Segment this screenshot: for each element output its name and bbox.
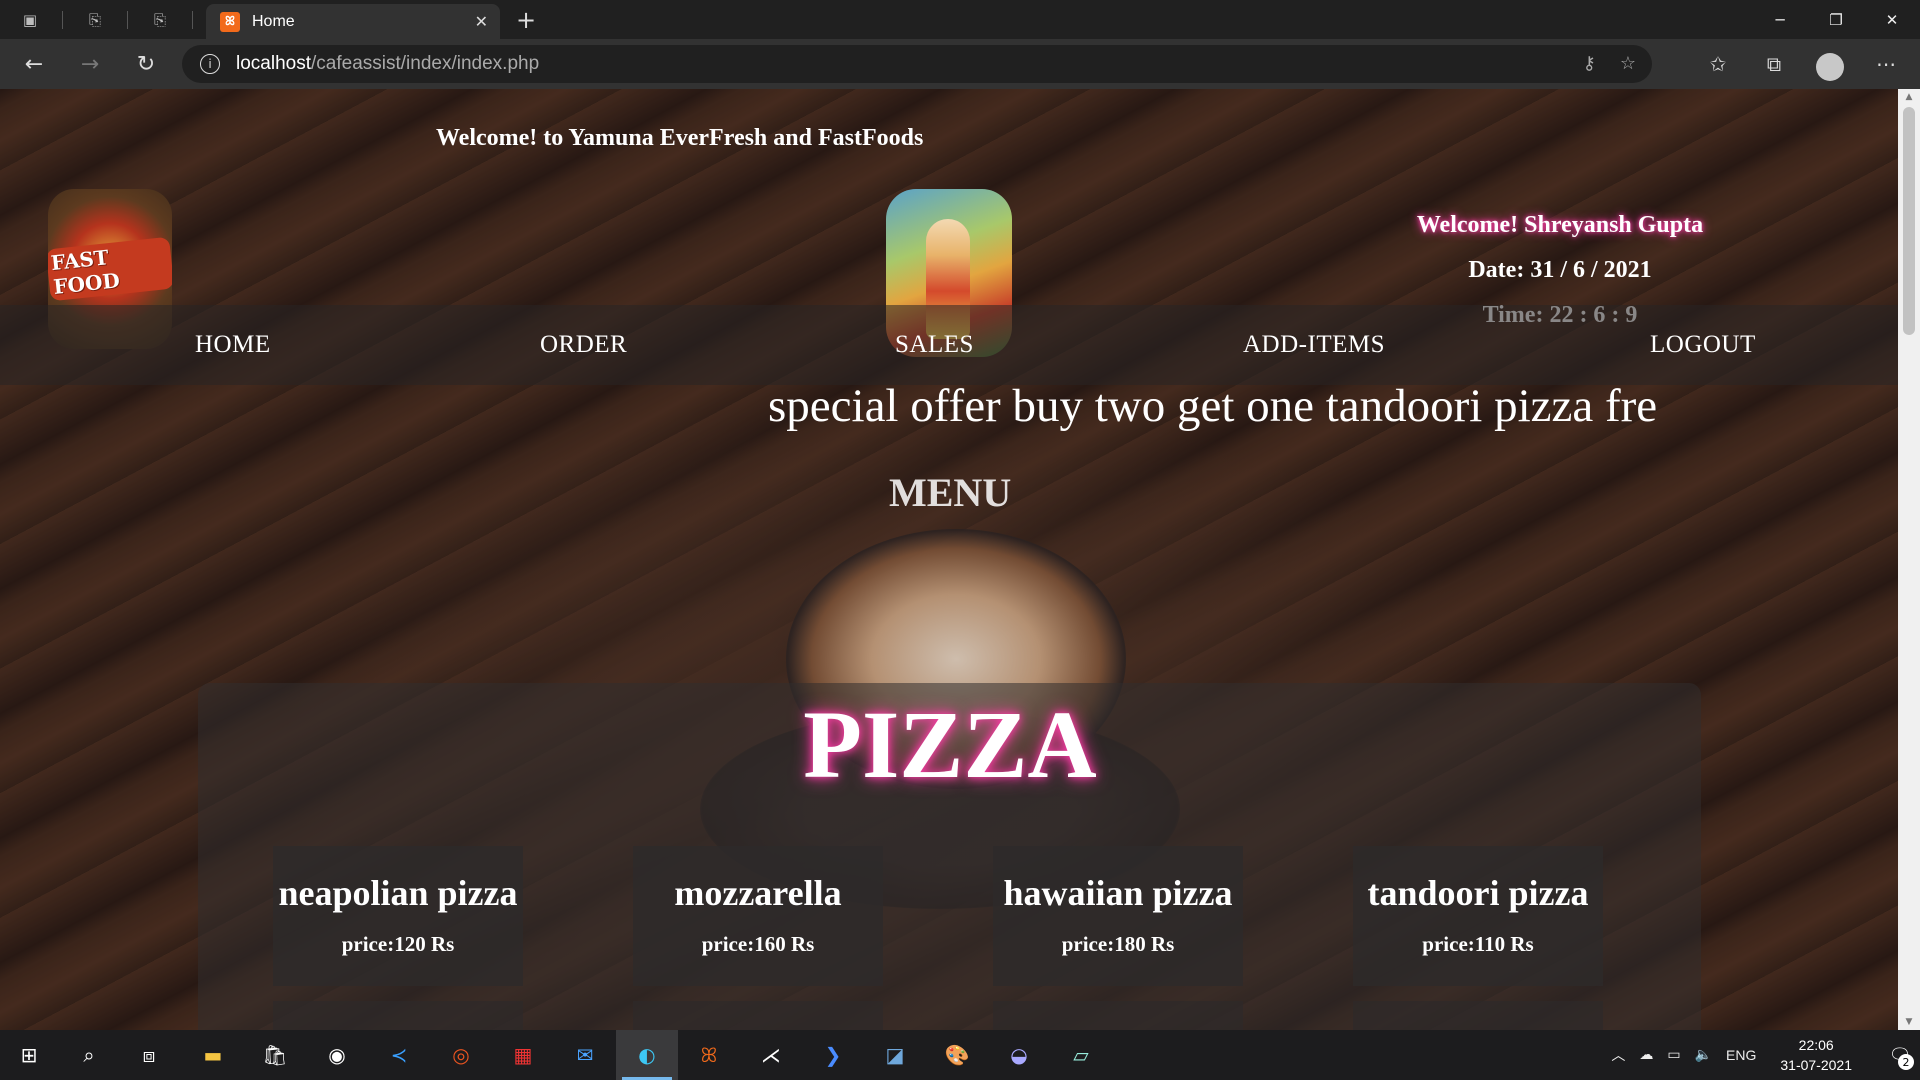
menu-item-card-partial[interactable]: [633, 1001, 883, 1030]
menu-item-card-partial[interactable]: [1353, 1001, 1603, 1030]
mysql-workbench-icon[interactable]: ◪: [878, 1038, 912, 1072]
eclipse-icon[interactable]: ◒: [1002, 1038, 1036, 1072]
add-favorite-icon[interactable]: ☆: [1620, 53, 1636, 74]
page-viewport: Welcome! to Yamuna EverFresh and FastFoo…: [0, 89, 1898, 1030]
nav-order[interactable]: ORDER: [540, 331, 627, 359]
obs-icon[interactable]: ◉: [320, 1038, 354, 1072]
menu-item-name: neapolian pizza: [278, 873, 518, 913]
nav-home[interactable]: HOME: [195, 331, 271, 359]
office-icon[interactable]: ▦: [506, 1038, 540, 1072]
vscode-icon[interactable]: ≺: [382, 1038, 416, 1072]
xampp-icon: ꕤ: [220, 11, 240, 32]
windows-start-icon[interactable]: ⊞: [12, 1038, 46, 1072]
profile-avatar[interactable]: [1810, 44, 1850, 84]
new-tab-icon[interactable]: +: [516, 6, 536, 34]
menu-item-name: mozzarella: [674, 873, 842, 913]
menu-item-card[interactable]: hawaiian pizza price:180 Rs: [993, 846, 1243, 986]
collections-icon[interactable]: ⧉: [1754, 44, 1794, 84]
more-menu-icon[interactable]: ⋯: [1866, 44, 1906, 84]
volume-icon[interactable]: 🔈: [1695, 1047, 1712, 1063]
language-indicator[interactable]: ENG: [1726, 1047, 1756, 1063]
favorites-icon[interactable]: ✩: [1698, 44, 1738, 84]
vertical-scrollbar[interactable]: ▲ ▼: [1898, 89, 1920, 1030]
battery-icon[interactable]: ▭: [1667, 1047, 1680, 1063]
divider: [62, 10, 63, 29]
minimize-icon[interactable]: ─: [1752, 0, 1808, 39]
menu-item-price: price:180 Rs: [1061, 932, 1175, 956]
clock-date: 31-07-2021: [1780, 1057, 1852, 1073]
special-offer-marquee: special offer buy two get one tandoori p…: [768, 379, 1700, 439]
divider: [192, 10, 193, 29]
divider: [127, 10, 128, 29]
back-icon[interactable]: ←: [14, 44, 54, 84]
password-key-icon[interactable]: ⚷: [1583, 53, 1596, 74]
logo-text: FAST FOOD: [48, 236, 172, 302]
site-welcome-heading: Welcome! to Yamuna EverFresh and FastFoo…: [436, 125, 924, 151]
windows-taskbar: ⊞ ⌕ ⧈ ▬ 🛍 ◉ ≺ ◎ ▦ ✉ ◐ ꕤ ⋌ ❯ ◪ 🎨 ◒ ▱ ︿ ☁ …: [0, 1030, 1920, 1080]
category-title: PIZZA: [803, 691, 1097, 798]
marquee-text: special offer buy two get one tandoori p…: [768, 380, 1658, 432]
mail-icon[interactable]: ✉: [568, 1038, 602, 1072]
scroll-down-icon[interactable]: ▼: [1898, 1014, 1920, 1030]
current-date: Date: 31 / 6 / 2021: [1468, 257, 1652, 283]
file-explorer-icon[interactable]: ▬: [196, 1038, 230, 1072]
menu-item-card-partial[interactable]: [993, 1001, 1243, 1030]
clock-time: 22:06: [1798, 1037, 1834, 1053]
taskbar-clock[interactable]: 22:06 31-07-2021: [1780, 1035, 1852, 1075]
powershell-icon[interactable]: ❯: [816, 1038, 850, 1072]
active-tab[interactable]: ꕤ Home ✕: [206, 4, 500, 39]
menu-item-card[interactable]: mozzarella price:160 Rs: [633, 846, 883, 986]
tray-overflow-icon[interactable]: ︿: [1611, 1045, 1625, 1065]
git-icon[interactable]: ⋌: [754, 1038, 788, 1072]
pinned-tab-icon[interactable]: ⎘: [148, 8, 172, 32]
xampp-icon[interactable]: ꕤ: [692, 1038, 726, 1072]
task-view-icon[interactable]: ⧈: [132, 1038, 166, 1072]
edge-icon[interactable]: ◐: [622, 1038, 672, 1080]
search-icon[interactable]: ⌕: [72, 1038, 106, 1072]
close-tab-icon[interactable]: ✕: [475, 12, 488, 31]
url-field[interactable]: i localhost/cafeassist/index/index.php ⚷…: [182, 45, 1652, 83]
menu-item-price: price:110 Rs: [1422, 932, 1534, 956]
refresh-icon[interactable]: ↻: [126, 44, 166, 84]
menu-item-name: tandoori pizza: [1367, 873, 1589, 913]
url-path: /cafeassist/index/index.php: [311, 53, 540, 74]
scrollbar-thumb[interactable]: [1903, 107, 1915, 335]
menu-item-price: price:120 Rs: [341, 932, 455, 956]
pinned-tab-icon[interactable]: ⎘: [83, 8, 107, 32]
user-welcome: Welcome! Shreyansh Gupta: [1416, 212, 1704, 238]
close-window-icon[interactable]: ✕: [1864, 0, 1920, 39]
notification-count: 2: [1898, 1054, 1914, 1070]
tab-title: Home: [252, 12, 295, 30]
scroll-up-icon[interactable]: ▲: [1898, 89, 1920, 105]
url-host: localhost: [236, 53, 311, 74]
menu-item-card[interactable]: tandoori pizza price:110 Rs: [1353, 846, 1603, 986]
paint-icon[interactable]: 🎨: [940, 1038, 974, 1072]
network-icon[interactable]: ☁: [1639, 1047, 1653, 1063]
ubuntu-icon[interactable]: ◎: [444, 1038, 478, 1072]
url-text[interactable]: localhost/cafeassist/index/index.php: [236, 53, 539, 75]
store-icon[interactable]: 🛍: [258, 1038, 292, 1072]
address-bar-row: ← → ↻ i localhost/cafeassist/index/index…: [0, 39, 1920, 89]
menu-item-name: hawaiian pizza: [1003, 873, 1233, 913]
restore-icon[interactable]: ❐: [1808, 0, 1864, 39]
notifications-icon[interactable]: 🗨2: [1880, 1030, 1920, 1080]
page-content: Welcome! to Yamuna EverFresh and FastFoo…: [0, 89, 1898, 1030]
menu-heading: MENU: [889, 470, 1012, 515]
nav-sales[interactable]: SALES: [895, 331, 974, 359]
browser-tab-bar: ▣ ⎘ ⎘ ▤ ꕤ Home ✕ + ─ ❐ ✕: [0, 0, 1920, 39]
menu-item-card-partial[interactable]: [273, 1001, 523, 1030]
menu-item-card[interactable]: neapolian pizza price:120 Rs: [273, 846, 523, 986]
system-tray: ︿ ☁ ▭ 🔈 ENG 22:06 31-07-2021 🗨2: [1611, 1030, 1920, 1080]
nav-add-items[interactable]: ADD-ITEMS: [1243, 331, 1385, 359]
site-info-icon[interactable]: i: [200, 54, 220, 74]
nav-logout[interactable]: LOGOUT: [1650, 331, 1756, 359]
forward-icon[interactable]: →: [70, 44, 110, 84]
menu-item-price: price:160 Rs: [701, 932, 815, 956]
notepad-icon[interactable]: ▱: [1064, 1038, 1098, 1072]
tab-actions-icon[interactable]: ▣: [18, 8, 42, 32]
